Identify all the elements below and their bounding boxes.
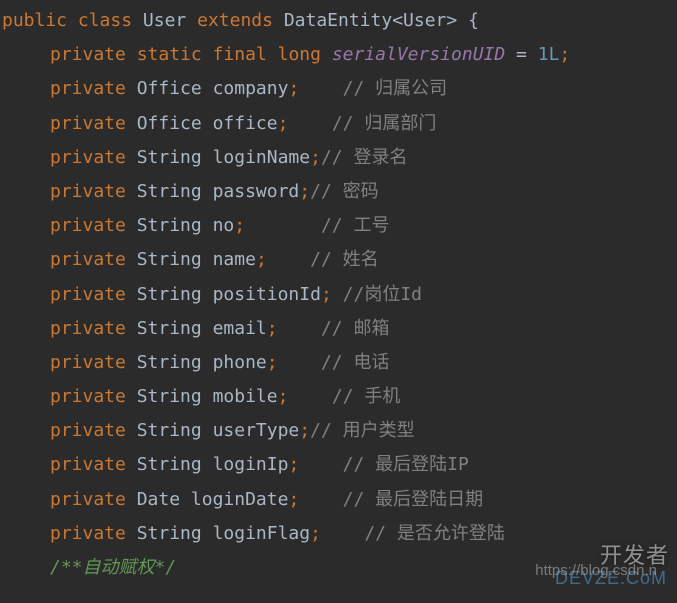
semicolon: ; xyxy=(299,181,310,202)
field-line: private Office company; // 归属公司 xyxy=(0,72,677,106)
field-comment: // 用户类型 xyxy=(310,420,415,441)
field-type: String xyxy=(137,215,202,236)
semicolon: ; xyxy=(234,215,245,236)
semicolon: ; xyxy=(288,454,299,475)
field-line: private Office office; // 归属部门 xyxy=(0,107,677,141)
field-comment: // 登录名 xyxy=(321,147,408,168)
field-type: String xyxy=(137,181,202,202)
kw-private: private xyxy=(50,249,126,270)
field-type: String xyxy=(137,523,202,544)
field-line: private String password;// 密码 xyxy=(0,175,677,209)
field-line: private String email; // 邮箱 xyxy=(0,312,677,346)
watermark-url: https://blog.csdn.n xyxy=(535,557,657,586)
field-comment: // 密码 xyxy=(310,181,379,202)
field-name: no xyxy=(213,215,235,236)
field-type: String xyxy=(137,386,202,407)
field-type: String xyxy=(137,284,202,305)
semicolon: ; xyxy=(310,523,321,544)
field-name: email xyxy=(213,318,267,339)
field-comment: // 归属公司 xyxy=(343,78,448,99)
auto-comment: /**自动赋权*/ xyxy=(50,557,176,578)
kw-private: private xyxy=(50,181,126,202)
fields-container: private Office company; // 归属公司private O… xyxy=(0,72,677,551)
angle-close: > xyxy=(446,10,457,31)
semicolon: ; xyxy=(267,352,278,373)
field-comment: // 归属部门 xyxy=(332,113,437,134)
kw-private: private xyxy=(50,489,126,510)
semicolon: ; xyxy=(321,284,332,305)
generic-type-highlight: User xyxy=(403,10,446,31)
field-line: private String name; // 姓名 xyxy=(0,243,677,277)
serial-line: private static final long serialVersionU… xyxy=(0,38,677,72)
kw-private: private xyxy=(50,523,126,544)
field-comment: // 电话 xyxy=(321,352,390,373)
kw-private: private xyxy=(50,318,126,339)
semicolon: ; xyxy=(288,78,299,99)
field-type: Date xyxy=(137,489,180,510)
field-type: String xyxy=(137,420,202,441)
kw-public: public xyxy=(2,10,67,31)
field-type: String xyxy=(137,454,202,475)
semicolon: ; xyxy=(299,420,310,441)
field-line: private String positionId; //岗位Id xyxy=(0,278,677,312)
angle-open: < xyxy=(392,10,403,31)
field-name: password xyxy=(213,181,300,202)
kw-class: class xyxy=(78,10,132,31)
field-type: String xyxy=(137,147,202,168)
field-name: loginFlag xyxy=(213,523,311,544)
field-name: userType xyxy=(213,420,300,441)
field-name: mobile xyxy=(213,386,278,407)
kw-private: private xyxy=(50,215,126,236)
kw-extends: extends xyxy=(197,10,273,31)
kw-private: private xyxy=(50,454,126,475)
class-name-highlight: User xyxy=(143,10,186,31)
brace-open: { xyxy=(468,10,479,31)
field-comment: // 姓名 xyxy=(310,249,379,270)
semicolon: ; xyxy=(256,249,267,270)
kw-private: private xyxy=(50,352,126,373)
kw-private: private xyxy=(50,78,126,99)
serial-field: serialVersionUID xyxy=(332,44,505,65)
field-name: loginDate xyxy=(191,489,289,510)
field-line: private Date loginDate; // 最后登陆日期 xyxy=(0,483,677,517)
field-comment: // 最后登陆日期 xyxy=(343,489,484,510)
kw-private: private xyxy=(50,113,126,134)
field-type: String xyxy=(137,352,202,373)
field-line: private String loginName;// 登录名 xyxy=(0,141,677,175)
field-type: Office xyxy=(137,78,202,99)
base-class: DataEntity xyxy=(284,10,392,31)
field-name: phone xyxy=(213,352,267,373)
kw-private: private xyxy=(50,147,126,168)
field-name: company xyxy=(213,78,289,99)
field-type: Office xyxy=(137,113,202,134)
field-line: private String no; // 工号 xyxy=(0,209,677,243)
field-comment: //岗位Id xyxy=(343,284,422,305)
semicolon: ; xyxy=(310,147,321,168)
field-line: private String mobile; // 手机 xyxy=(0,380,677,414)
field-line: private String phone; // 电话 xyxy=(0,346,677,380)
field-line: private String loginFlag; // 是否允许登陆 xyxy=(0,517,677,551)
field-line: private String userType;// 用户类型 xyxy=(0,414,677,448)
field-type: String xyxy=(137,318,202,339)
field-comment: // 邮箱 xyxy=(321,318,390,339)
kw-private: private xyxy=(50,420,126,441)
field-comment: // 手机 xyxy=(332,386,401,407)
field-comment: // 工号 xyxy=(321,215,390,236)
field-name: name xyxy=(213,249,256,270)
semicolon: ; xyxy=(278,113,289,134)
field-name: office xyxy=(213,113,278,134)
field-name: loginName xyxy=(213,147,311,168)
field-name: loginIp xyxy=(213,454,289,475)
field-comment: // 是否允许登陆 xyxy=(364,523,505,544)
class-declaration: public class User extends DataEntity<Use… xyxy=(0,4,677,38)
field-type: String xyxy=(137,249,202,270)
semicolon: ; xyxy=(288,489,299,510)
semicolon: ; xyxy=(267,318,278,339)
kw-private: private xyxy=(50,284,126,305)
semicolon: ; xyxy=(278,386,289,407)
field-name: positionId xyxy=(213,284,321,305)
field-comment: // 最后登陆IP xyxy=(343,454,469,475)
kw-private: private xyxy=(50,386,126,407)
field-line: private String loginIp; // 最后登陆IP xyxy=(0,448,677,482)
